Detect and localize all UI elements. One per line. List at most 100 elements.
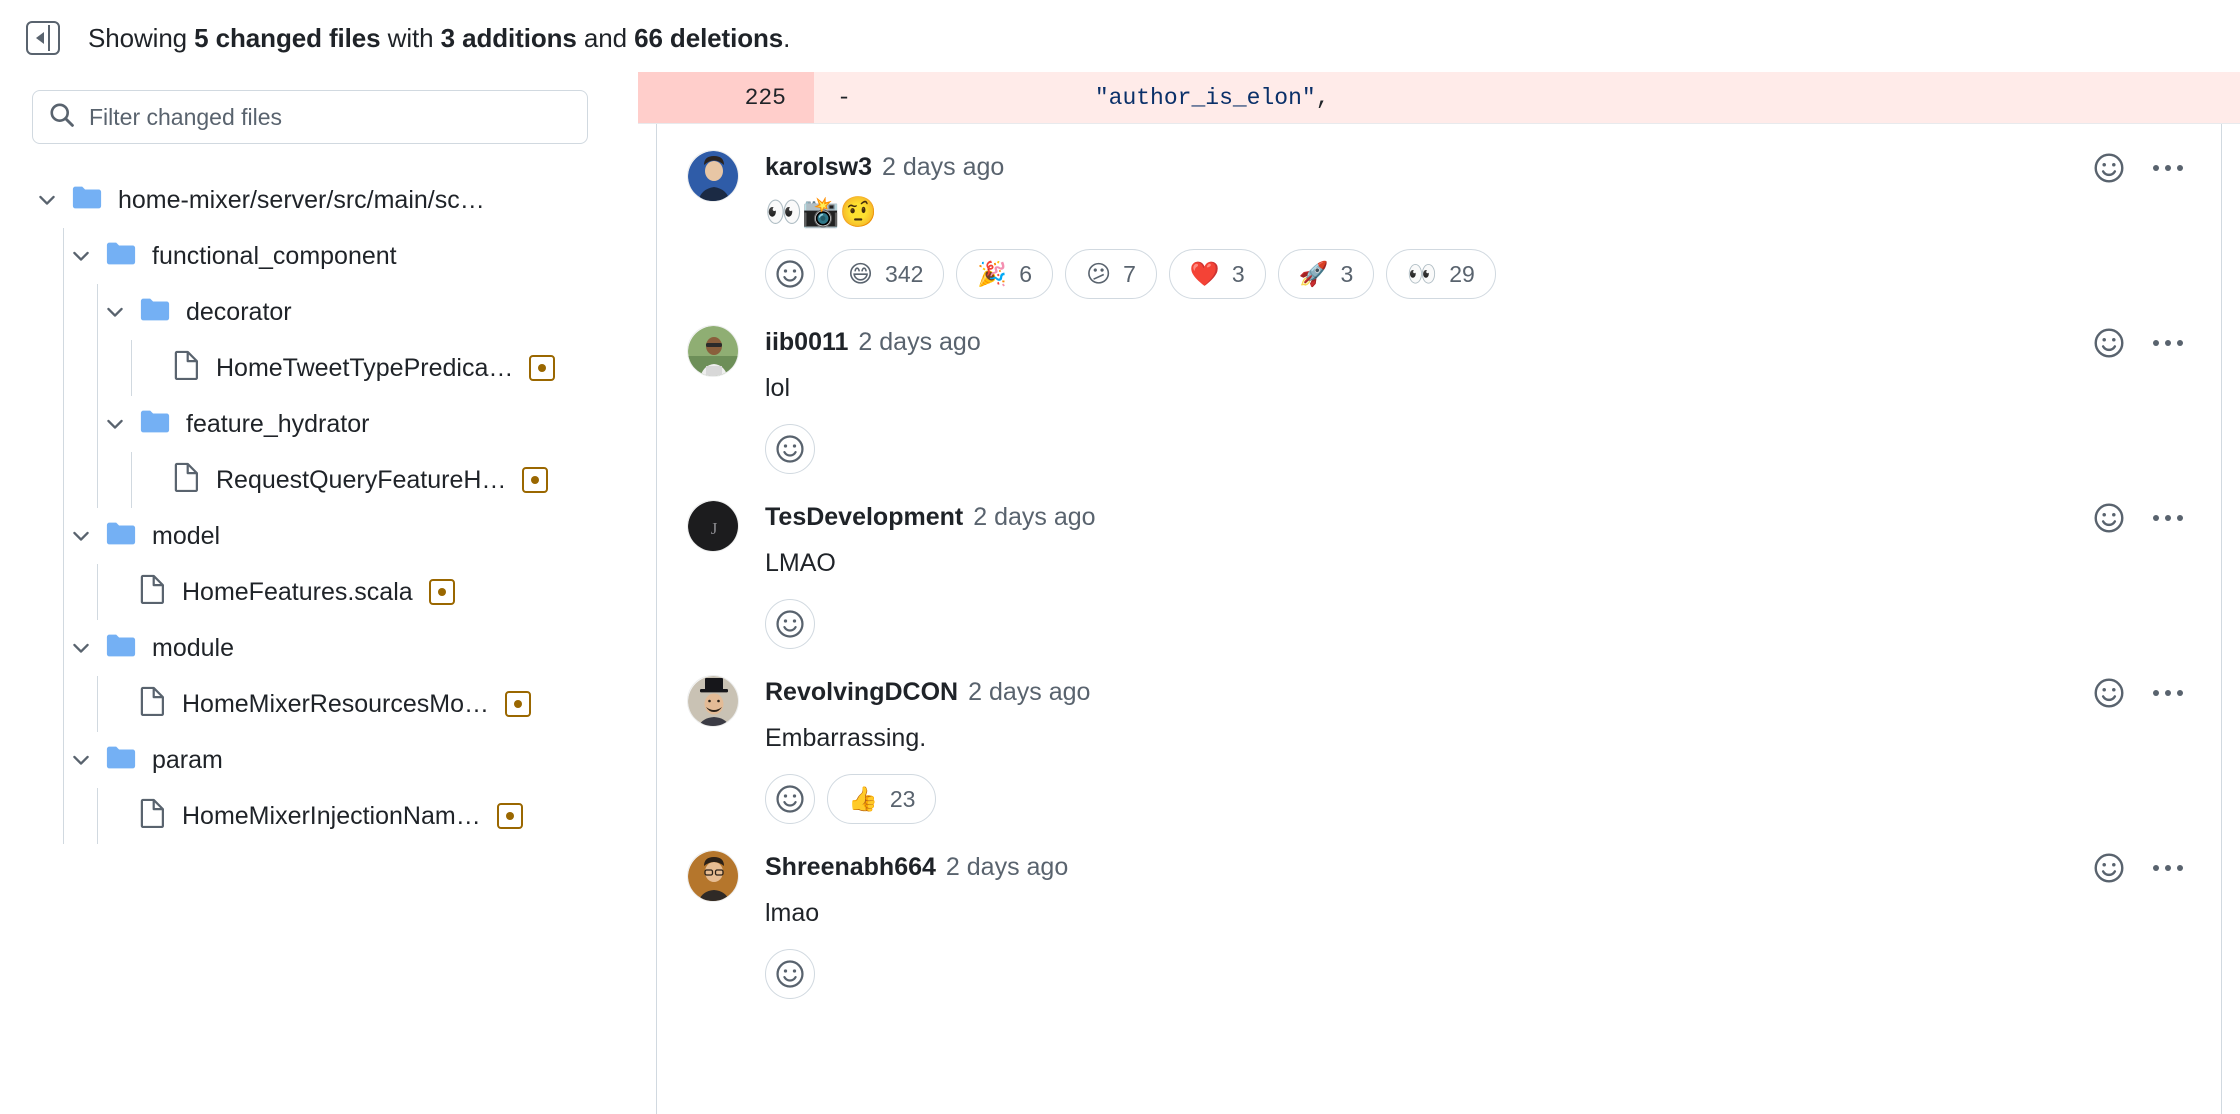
add-reaction-button[interactable] xyxy=(765,774,815,824)
laugh-reaction[interactable]: 😄 342 xyxy=(827,249,945,299)
avatar[interactable] xyxy=(687,325,739,377)
reaction-count: 3 xyxy=(1340,260,1354,287)
search-input[interactable] xyxy=(89,103,571,131)
rocket-reaction[interactable]: 🚀 3 xyxy=(1277,249,1375,299)
reaction-emoji: 😄 xyxy=(848,260,874,288)
tree-folder-row[interactable]: functional_component xyxy=(32,228,608,284)
comment-body: Shreenabh664 2 days ago lmao xyxy=(765,850,2191,999)
tree-folder-row[interactable]: param xyxy=(32,732,608,788)
file-icon xyxy=(174,350,200,387)
reaction-count: 342 xyxy=(885,260,924,287)
summary-suffix: . xyxy=(783,23,791,53)
comment-timestamp: 2 days ago xyxy=(945,853,1069,881)
chevron-down-icon[interactable] xyxy=(66,245,96,267)
chevron-down-icon[interactable] xyxy=(100,301,130,323)
comment-inner: Shreenabh664 2 days ago lmao xyxy=(657,850,2221,999)
page-body: home-mixer/server/src/main/sc… functional… xyxy=(0,72,2240,1114)
comment-body: iib0011 2 days ago lol xyxy=(765,325,2191,474)
comment-text: lol xyxy=(765,374,791,402)
chevron-down-icon[interactable] xyxy=(32,189,62,211)
confused-reaction[interactable]: 😕 7 xyxy=(1065,249,1157,299)
diff-deleted-line[interactable]: 225 - "author_is_elon", xyxy=(638,72,2240,124)
add-reaction-button[interactable] xyxy=(765,949,815,999)
add-reaction-button[interactable] xyxy=(765,424,815,474)
folder-icon xyxy=(106,744,136,777)
tree-folder-row[interactable]: module xyxy=(32,620,608,676)
file-status-modified-icon xyxy=(505,691,532,717)
folder-icon xyxy=(140,408,170,441)
tree-indent-guide xyxy=(97,788,98,844)
chevron-down-icon[interactable] xyxy=(66,749,96,771)
file-tree-sidebar: home-mixer/server/src/main/sc… functional… xyxy=(0,72,638,1114)
tree-folder-row[interactable]: model xyxy=(32,508,608,564)
comment-body: karolsw3 2 days ago 👀📸🤨 😄 342 🎉 6 😕 7 ❤️ 3 🚀 3 👀 29 xyxy=(765,150,2191,299)
add-reaction-button[interactable] xyxy=(765,599,815,649)
tree-item-label: home-mixer/server/src/main/sc… xyxy=(118,185,485,214)
add-reaction-button[interactable] xyxy=(765,249,815,299)
thumbs-up-reaction[interactable]: 👍 23 xyxy=(827,774,937,824)
smiley-add-reaction-icon[interactable] xyxy=(2093,152,2125,184)
comment: iib0011 2 days ago lol xyxy=(657,299,2221,474)
tree-file-row[interactable]: HomeFeatures.scala xyxy=(32,564,608,620)
reaction-count: 3 xyxy=(1231,260,1245,287)
kebab-more-icon[interactable] xyxy=(2153,165,2183,171)
sidebar-collapse-icon[interactable] xyxy=(26,21,60,55)
tree-file-row[interactable]: HomeMixerInjectionNam… xyxy=(32,788,608,844)
folder-icon xyxy=(106,240,136,273)
comment-author[interactable]: RevolvingDCON xyxy=(765,675,958,709)
folder-icon xyxy=(106,520,136,553)
search-icon xyxy=(49,102,75,133)
tree-folder-row[interactable]: home-mixer/server/src/main/sc… xyxy=(32,172,608,228)
comment-text: LMAO xyxy=(765,549,836,577)
avatar[interactable] xyxy=(687,850,739,902)
chevron-down-icon[interactable] xyxy=(66,637,96,659)
reaction-emoji: 😕 xyxy=(1086,260,1112,288)
comment-author[interactable]: karolsw3 xyxy=(765,150,872,184)
tree-folder-row[interactable]: decorator xyxy=(32,284,608,340)
comment-meta: Shreenabh664 2 days ago xyxy=(765,850,2191,884)
tree-item-label: HomeMixerResourcesMo… xyxy=(182,689,490,718)
hooray-reaction[interactable]: 🎉 6 xyxy=(956,249,1054,299)
smiley-add-reaction-icon[interactable] xyxy=(2093,327,2125,359)
reaction-emoji: 🚀 xyxy=(1298,260,1329,288)
avatar[interactable] xyxy=(687,675,739,727)
heart-reaction[interactable]: ❤️ 3 xyxy=(1168,249,1266,299)
tree-item-label: feature_hydrator xyxy=(186,409,370,438)
comment-author[interactable]: TesDevelopment xyxy=(765,500,963,534)
filter-changed-files-box[interactable] xyxy=(32,90,588,144)
comment-text: 👀📸🤨 xyxy=(765,196,878,229)
kebab-more-icon[interactable] xyxy=(2153,690,2183,696)
kebab-more-icon[interactable] xyxy=(2153,515,2183,521)
comment-text: Embarrassing. xyxy=(765,724,927,752)
smiley-add-reaction-icon[interactable] xyxy=(2093,502,2125,534)
comment-timestamp: 2 days ago xyxy=(882,153,1005,181)
tree-item-label: RequestQueryFeatureH… xyxy=(216,465,507,494)
eyes-reaction[interactable]: 👀 29 xyxy=(1386,249,1496,299)
diff-code-indent xyxy=(984,85,1094,111)
tree-folder-row[interactable]: feature_hydrator xyxy=(32,396,608,452)
file-icon xyxy=(174,462,200,499)
kebab-more-icon[interactable] xyxy=(2153,865,2183,871)
reactions-bar xyxy=(765,424,2191,474)
comment-inner: RevolvingDCON 2 days ago Embarrassing. 👍 23 xyxy=(657,675,2221,824)
chevron-down-icon[interactable] xyxy=(66,525,96,547)
avatar[interactable] xyxy=(687,150,739,202)
tree-item-label: HomeMixerInjectionNam… xyxy=(182,801,481,830)
tree-file-row[interactable]: RequestQueryFeatureH… xyxy=(32,452,608,508)
tree-item-label: HomeTweetTypePredica… xyxy=(216,353,514,382)
file-icon xyxy=(140,798,166,835)
chevron-down-icon[interactable] xyxy=(100,413,130,435)
reaction-count: 23 xyxy=(889,785,916,812)
comment-author[interactable]: Shreenabh664 xyxy=(765,850,936,884)
smiley-add-reaction-icon[interactable] xyxy=(2093,677,2125,709)
reactions-bar: 😄 342 🎉 6 😕 7 ❤️ 3 🚀 3 👀 29 xyxy=(765,249,2191,299)
diff-line-number: 225 xyxy=(638,72,814,123)
tree-file-row[interactable]: HomeMixerResourcesMo… xyxy=(32,676,608,732)
smiley-add-reaction-icon[interactable] xyxy=(2093,852,2125,884)
tree-file-row[interactable]: HomeTweetTypePredica… xyxy=(32,340,608,396)
avatar[interactable]: J xyxy=(687,500,739,552)
svg-text:J: J xyxy=(711,519,718,538)
kebab-more-icon[interactable] xyxy=(2153,340,2183,346)
comment-author[interactable]: iib0011 xyxy=(765,325,848,359)
reaction-emoji: 👍 xyxy=(848,785,878,813)
